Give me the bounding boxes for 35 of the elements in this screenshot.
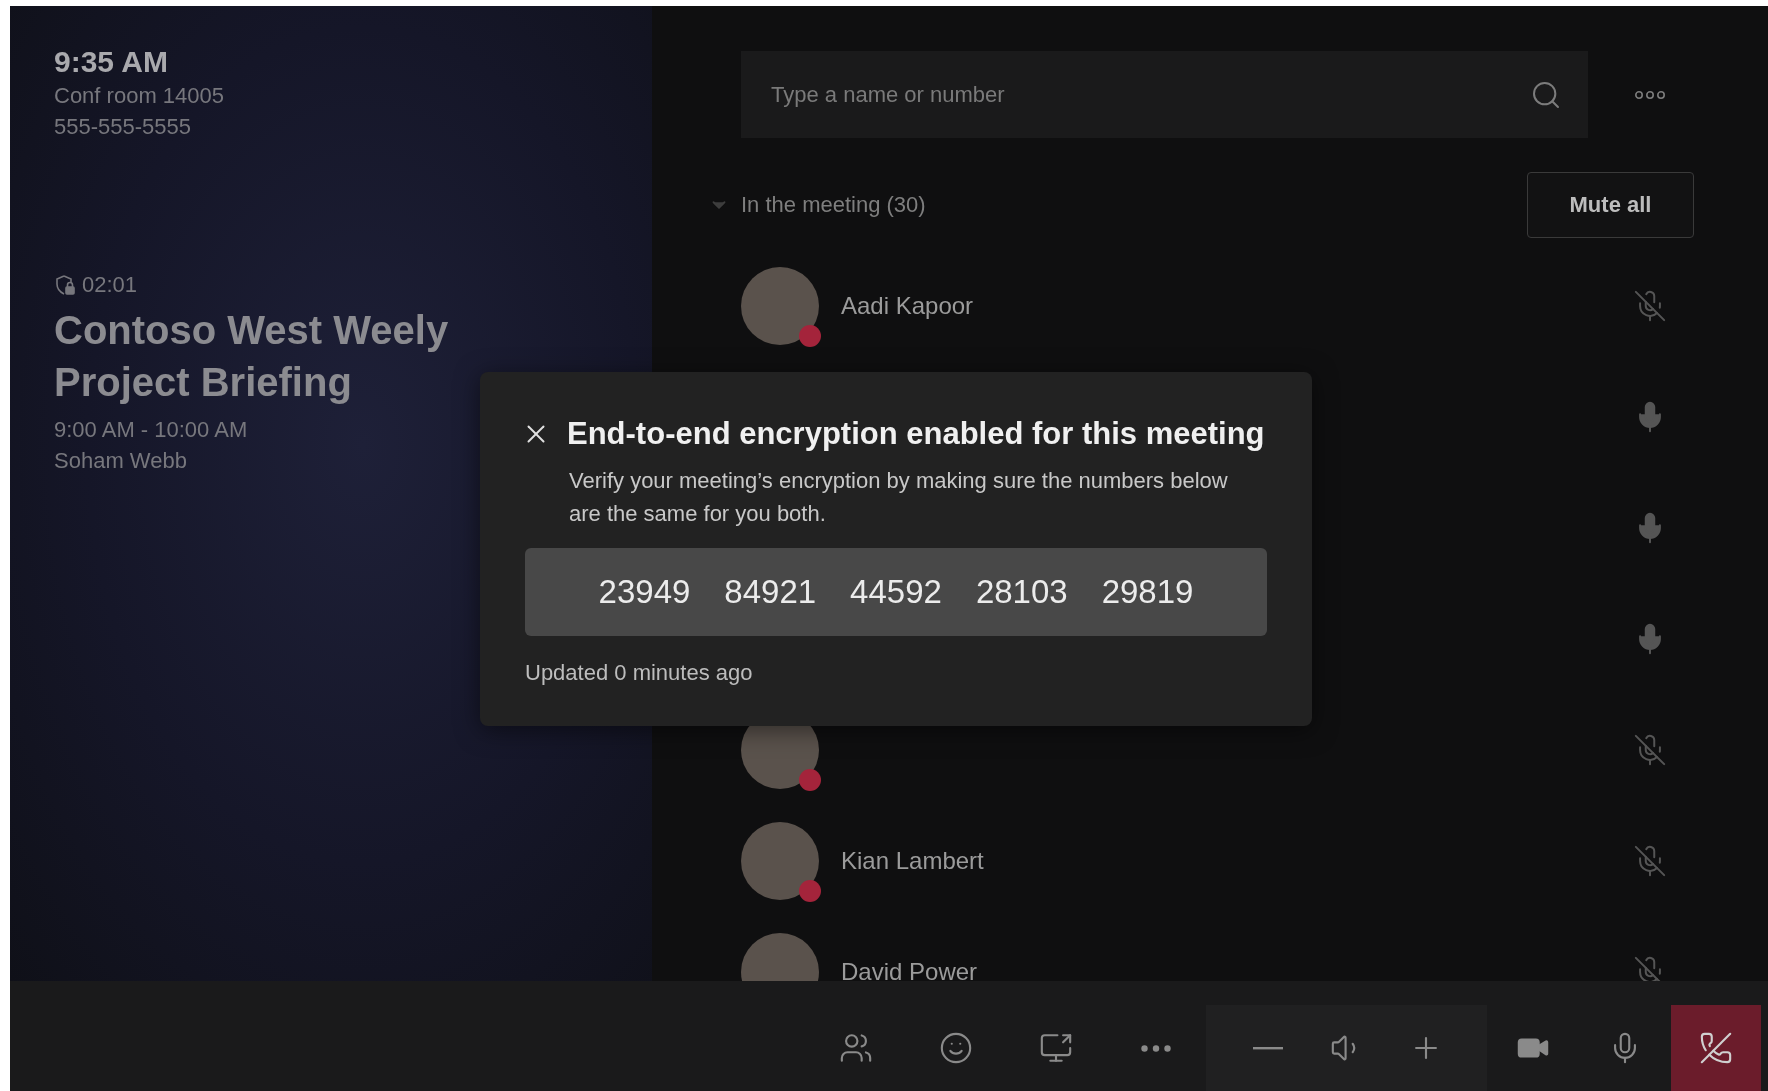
mic-off-icon[interactable] <box>1633 732 1667 767</box>
participant-name: Aadi Kapoor <box>841 291 975 320</box>
participant-name: David Power <box>841 957 979 981</box>
meeting-title: Contoso West Weely Project Briefing <box>54 307 450 406</box>
people-icon <box>839 1031 873 1065</box>
room-name: Conf room 14005 <box>54 82 224 110</box>
smiley-icon <box>939 1031 973 1065</box>
meeting-hours: 9:00 AM - 10:00 AM <box>54 416 248 444</box>
mic-off-icon[interactable] <box>1633 288 1667 323</box>
security-code: 84921 <box>724 573 817 611</box>
meeting-timer: 02:01 <box>82 272 138 298</box>
hang-up-button[interactable] <box>1671 1005 1761 1091</box>
meeting-organizer: Soham Webb <box>54 447 187 475</box>
room-phone: 555-555-5555 <box>54 113 191 141</box>
hang-up-icon <box>1699 1031 1733 1065</box>
shield-lock-icon <box>54 274 76 296</box>
clock-time: 9:35 AM <box>54 44 169 80</box>
participant-name: Kian Lambert <box>841 846 985 875</box>
updated-time: Updated 0 minutes ago <box>525 660 754 686</box>
mic-off-icon[interactable] <box>1633 843 1667 878</box>
security-code: 44592 <box>850 573 942 611</box>
mute-all-button[interactable]: Mute all <box>1527 172 1694 238</box>
security-code: 23949 <box>598 573 691 611</box>
screen-share-icon <box>1039 1031 1073 1065</box>
security-code: 29819 <box>1101 573 1194 611</box>
security-code: 28103 <box>975 573 1068 611</box>
search-input[interactable]: Type a name or number <box>769 80 1530 109</box>
section-label: In the meeting (30) <box>741 192 927 218</box>
more-icon <box>1141 1044 1171 1052</box>
minus-icon <box>1252 1046 1283 1050</box>
dialog-description: Verify your meeting’s encryption by making sure the numbers below are the same for you both. <box>569 467 1229 528</box>
dialog-title: End-to-end encryption enabled for this meeting <box>567 416 1265 452</box>
search-field[interactable]: Type a name or number <box>741 51 1588 138</box>
more-options-button[interactable] <box>1634 89 1666 100</box>
more-icon <box>1634 89 1666 100</box>
